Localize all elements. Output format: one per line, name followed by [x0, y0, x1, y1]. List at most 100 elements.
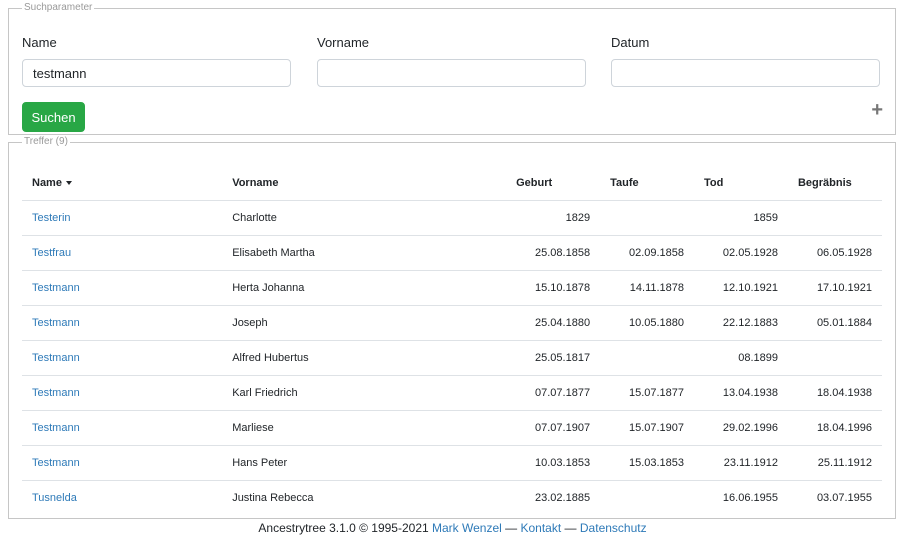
person-name-link[interactable]: Testmann [32, 457, 80, 469]
vorname-input[interactable] [317, 59, 586, 87]
table-header-row: Name Vorname Geburt Taufe Tod Begräbnis [22, 166, 882, 201]
column-header-begraebnis[interactable]: Begräbnis [787, 166, 882, 201]
cell-name: Testmann [22, 340, 223, 376]
column-header-taufe[interactable]: Taufe [600, 166, 695, 201]
person-name-link[interactable]: Testmann [32, 387, 80, 399]
name-input[interactable] [22, 59, 291, 87]
cell-taufe: 15.03.1853 [600, 445, 695, 481]
cell-geburt: 25.08.1858 [506, 235, 601, 271]
person-name-link[interactable]: Testmann [32, 282, 80, 294]
cell-begraebnis: 25.11.1912 [787, 445, 882, 481]
cell-name: Testmann [22, 445, 223, 481]
cell-vorname: Herta Johanna [222, 270, 507, 306]
cell-tod: 13.04.1938 [694, 375, 788, 411]
cell-vorname: Charlotte [222, 200, 507, 236]
cell-geburt: 07.07.1907 [506, 410, 601, 446]
column-header-name[interactable]: Name [22, 166, 223, 201]
table-row: Testerin Charlotte 1829 1859 [22, 200, 882, 236]
person-name-link[interactable]: Tusnelda [32, 492, 77, 504]
plus-icon[interactable]: + [871, 100, 883, 120]
column-header-geburt[interactable]: Geburt [506, 166, 601, 201]
footer-separator: — [505, 521, 518, 535]
cell-name: Testmann [22, 305, 223, 341]
footer-separator: — [564, 521, 577, 535]
cell-taufe [600, 340, 695, 376]
cell-taufe: 15.07.1907 [600, 410, 695, 446]
cell-geburt: 25.05.1817 [506, 340, 601, 376]
cell-taufe: 15.07.1877 [600, 375, 695, 411]
vorname-label: Vorname [317, 35, 370, 50]
cell-begraebnis: 05.01.1884 [787, 305, 882, 341]
cell-tod: 02.05.1928 [694, 235, 788, 271]
cell-begraebnis: 06.05.1928 [787, 235, 882, 271]
cell-begraebnis: 18.04.1938 [787, 375, 882, 411]
cell-tod: 22.12.1883 [694, 305, 788, 341]
column-header-name-label: Name [32, 177, 62, 189]
cell-vorname: Marliese [222, 410, 507, 446]
datum-label: Datum [611, 35, 650, 50]
table-row: Testmann Herta Johanna 15.10.1878 14.11.187… [22, 270, 882, 306]
results-fieldset: Treffer (9) Name Vorname Geburt Taufe To… [8, 136, 896, 519]
person-name-link[interactable]: Testmann [32, 317, 80, 329]
table-row: Testfrau Elisabeth Martha 25.08.1858 02.09.… [22, 235, 882, 271]
cell-name: Testfrau [22, 235, 223, 271]
cell-begraebnis: 18.04.1996 [787, 410, 882, 446]
cell-geburt: 10.03.1853 [506, 445, 601, 481]
cell-begraebnis [787, 200, 882, 236]
cell-begraebnis [787, 340, 882, 376]
cell-vorname: Karl Friedrich [222, 375, 507, 411]
cell-begraebnis: 17.10.1921 [787, 270, 882, 306]
cell-taufe: 02.09.1858 [600, 235, 695, 271]
cell-begraebnis: 03.07.1955 [816, 492, 872, 504]
cell-tod: 23.11.1912 [694, 445, 788, 481]
cell-name: Tusnelda [22, 481, 222, 516]
cell-geburt: 15.10.1878 [506, 270, 601, 306]
cell-vorname: Hans Peter [222, 445, 507, 481]
person-name-link[interactable]: Testfrau [32, 247, 71, 259]
datum-input[interactable] [611, 59, 880, 87]
cell-tod: 12.10.1921 [694, 270, 788, 306]
results-table: Name Vorname Geburt Taufe Tod Begräbnis … [22, 166, 882, 515]
column-header-tod[interactable]: Tod [694, 166, 788, 201]
cell-tod: 08.1899 [694, 340, 788, 376]
cell-geburt: 23.02.1885 [535, 492, 591, 504]
footer: Ancestrytree 3.1.0 © 1995-2021 Mark Wenz… [0, 520, 905, 536]
name-label: Name [22, 35, 57, 50]
table-row: Testmann Alfred Hubertus 25.05.1817 08.1899 [22, 340, 882, 376]
footer-author-link[interactable]: Mark Wenzel [432, 521, 502, 535]
cell-vorname: Joseph [222, 305, 507, 341]
cell-vorname: Elisabeth Martha [222, 235, 507, 271]
column-header-vorname[interactable]: Vorname [222, 166, 507, 201]
cell-taufe [600, 481, 694, 516]
person-name-link[interactable]: Testerin [32, 212, 71, 224]
footer-copyright: Ancestrytree 3.1.0 © 1995-2021 [258, 521, 429, 535]
cell-tod: 29.02.1996 [694, 410, 788, 446]
cell-name: Testerin [22, 200, 223, 236]
search-button[interactable]: Suchen [22, 102, 85, 132]
table-row: Testmann Karl Friedrich 07.07.1877 15.07.18… [22, 375, 882, 411]
results-legend: Treffer (9) [24, 136, 68, 147]
cell-name: Testmann [22, 270, 223, 306]
cell-taufe: 10.05.1880 [600, 305, 695, 341]
table-row: Testmann Joseph 25.04.1880 10.05.1880 22.12.… [22, 305, 882, 341]
cell-vorname: Alfred Hubertus [222, 340, 507, 376]
caret-down-icon [65, 181, 72, 186]
cell-tod: 16.06.1955 [722, 492, 778, 504]
cell-name: Testmann [22, 375, 223, 411]
search-parameters-fieldset: Suchparameter Name Vorname Datum Suchen … [8, 2, 896, 135]
search-parameters-legend: Suchparameter [24, 2, 93, 13]
table-row: Testmann Marliese 07.07.1907 15.07.1907 29.0… [22, 410, 882, 446]
cell-geburt: 07.07.1877 [506, 375, 601, 411]
cell-geburt: 25.04.1880 [506, 305, 601, 341]
person-name-link[interactable]: Testmann [32, 352, 80, 364]
footer-datenschutz-link[interactable]: Datenschutz [580, 521, 647, 535]
results-body: Testerin Charlotte 1829 1859 Testfrau Elisabe… [22, 200, 882, 516]
cell-geburt: 1829 [506, 200, 601, 236]
cell-taufe: 14.11.1878 [600, 270, 695, 306]
person-name-link[interactable]: Testmann [32, 422, 80, 434]
cell-taufe [600, 200, 695, 236]
cell-vorname: Justina Rebecca [232, 492, 314, 504]
table-row: Tusnelda Justina Rebecca 23.02.1885 16.06.1… [22, 481, 882, 516]
footer-kontakt-link[interactable]: Kontakt [521, 521, 562, 535]
cell-name: Testmann [22, 410, 223, 446]
